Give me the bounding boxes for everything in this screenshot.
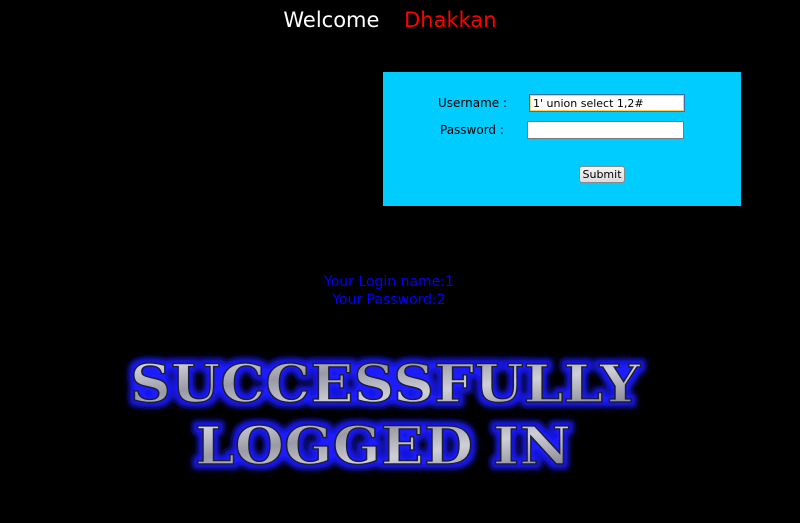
submit-button[interactable]: Submit xyxy=(579,166,625,183)
password-input[interactable] xyxy=(527,121,684,139)
success-banner-image: SUCCESSFULLY LOGGED IN xyxy=(120,350,660,475)
success-banner-graphic: SUCCESSFULLY LOGGED IN xyxy=(129,353,641,475)
login-form: Username : Password : Submit xyxy=(383,72,741,206)
login-result: Your Login name:1 Your Password:2 xyxy=(0,273,778,309)
page: Welcome Dhakkan Username : Password : Su… xyxy=(0,0,800,523)
welcome-label: Welcome xyxy=(283,8,380,32)
password-result-text: Your Password:2 xyxy=(332,292,446,308)
welcome-header: Welcome Dhakkan xyxy=(0,8,780,32)
username-input[interactable] xyxy=(529,94,685,112)
login-name-text: Your Login name:1 xyxy=(324,274,454,290)
banner-line2: LOGGED IN xyxy=(195,416,571,475)
username-label: Username : xyxy=(438,96,508,110)
welcome-user-name: Dhakkan xyxy=(404,8,497,32)
banner-line1: SUCCESSFULLY xyxy=(130,354,641,415)
password-label: Password : xyxy=(440,123,504,137)
